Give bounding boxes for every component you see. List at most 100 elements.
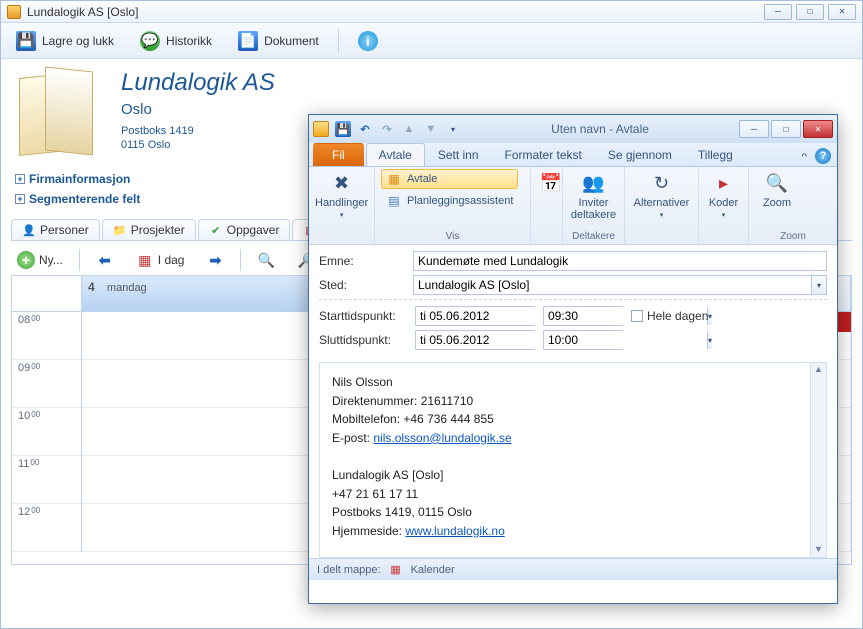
avtale-view-label: Avtale	[407, 173, 437, 185]
end-time-field[interactable]	[544, 331, 707, 349]
dialog-close-button[interactable]: ✕	[803, 120, 833, 138]
new-label: Ny...	[39, 253, 63, 267]
alternativer-label: Alternativer	[634, 197, 690, 209]
dialog-maximize-button[interactable]: ☐	[771, 120, 801, 138]
contact-direct-line: Direktenummer: 21611710	[332, 392, 814, 411]
email-link[interactable]: nils.olsson@lundalogik.se	[373, 431, 511, 445]
ribbon-group-alternativer: ↻ Alternativer ▾	[625, 167, 699, 244]
zoom-label: Zoom	[763, 197, 791, 209]
today-button[interactable]: ▦ I dag	[130, 249, 191, 271]
invite-attendees-button[interactable]: 👥 Inviter deltakere	[569, 169, 618, 221]
ribbon-tab-fil[interactable]: Fil	[313, 143, 364, 166]
arrow-left-icon: ⬅	[96, 251, 114, 269]
location-dropdown-button[interactable]: ▾	[811, 275, 827, 295]
subject-label: Emne:	[319, 254, 407, 268]
planning-assistant-button[interactable]: ▤ Planleggingsassistent	[381, 191, 518, 211]
company-address: Postboks 1419, 0115 Oslo	[332, 503, 814, 522]
zoom-button[interactable]: 🔍 Zoom	[755, 169, 799, 209]
koder-label: Koder	[709, 197, 738, 209]
section-firmainformasjon-label: Firmainformasjon	[29, 172, 130, 186]
dropdown-icon: ▾	[660, 211, 664, 219]
calendar-time-header	[12, 276, 82, 311]
scrollbar[interactable]: ▲▼	[810, 363, 826, 557]
qat-undo-button[interactable]: ↶	[357, 121, 373, 137]
recurrence-icon: ↻	[648, 171, 676, 195]
group-label: Zoom	[755, 231, 831, 244]
save-and-close-button[interactable]: 💾 Lagre og lukk	[9, 27, 121, 55]
dialog-window-buttons: — ☐ ✕	[739, 120, 833, 138]
tab-prosjekter[interactable]: 📁 Prosjekter	[102, 219, 196, 240]
magnifier-icon: 🔍	[763, 171, 791, 195]
ribbon-tab-settinn[interactable]: Sett inn	[425, 143, 492, 166]
today-label: I dag	[158, 253, 185, 267]
ribbon-tab-tillegg[interactable]: Tillegg	[685, 143, 746, 166]
qat-save-button[interactable]: 💾	[335, 121, 351, 137]
time-picker-button[interactable]: ▾	[707, 331, 712, 349]
qat-customize-button[interactable]: ▾	[445, 121, 461, 137]
alternativer-button[interactable]: ↻ Alternativer ▾	[631, 169, 692, 219]
tab-oppgaver[interactable]: ✔ Oppgaver	[198, 219, 291, 240]
prev-button[interactable]: ⬅	[90, 249, 120, 271]
company-icon	[15, 69, 105, 159]
shared-folder-value: Kalender	[411, 564, 455, 576]
separator	[240, 249, 241, 271]
ribbon-group-handlinger: ✖ Handlinger ▾	[309, 167, 375, 244]
history-button[interactable]: 💬 Historikk	[133, 27, 219, 55]
tag-icon: ▸	[710, 171, 738, 195]
ribbon-tab-segjennom[interactable]: Se gjennom	[595, 143, 685, 166]
ribbon-tab-avtale[interactable]: Avtale	[366, 143, 425, 166]
task-icon: ✔	[209, 223, 223, 237]
dialog-minimize-button[interactable]: —	[739, 120, 769, 138]
appointment-app-icon[interactable]	[313, 121, 329, 137]
company-city: Oslo	[121, 101, 275, 118]
window-title: Lundalogik AS [Oslo]	[27, 5, 138, 19]
ribbon-minimize-button[interactable]: ᴖ	[801, 151, 807, 162]
new-button[interactable]: + Ny...	[11, 249, 69, 271]
start-date-input[interactable]: ▾	[415, 306, 535, 326]
help-button[interactable]: ?	[815, 148, 831, 164]
people-icon: 👥	[580, 171, 608, 195]
subject-input[interactable]	[413, 251, 827, 271]
minimize-button[interactable]: —	[764, 4, 792, 20]
maximize-button[interactable]: ☐	[796, 4, 824, 20]
next-button[interactable]: ➡	[200, 249, 230, 271]
ribbon-group-vis: ▦ Avtale ▤ Planleggingsassistent Vis	[375, 167, 531, 244]
start-time-input[interactable]: ▾	[543, 306, 623, 326]
qat-next-item-button[interactable]: ▼	[423, 121, 439, 137]
appointment-body[interactable]: Nils Olsson Direktenummer: 21611710 Mobi…	[319, 362, 827, 558]
ribbon-tab-formater[interactable]: Formater tekst	[492, 143, 595, 166]
end-date-input[interactable]: ▾	[415, 330, 535, 350]
main-toolbar: 💾 Lagre og lukk 💬 Historikk 📄 Dokument i	[1, 23, 862, 59]
appointment-dialog: 💾 ↶ ↷ ▲ ▼ ▾ Uten navn - Avtale — ☐ ✕ Fil…	[308, 114, 838, 604]
qat-redo-button[interactable]: ↷	[379, 121, 395, 137]
zoom-in-button[interactable]: 🔍	[251, 249, 281, 271]
calendar-options-button[interactable]: 📅	[537, 169, 565, 195]
plus-icon: +	[15, 194, 25, 204]
dialog-titlebar: 💾 ↶ ↷ ▲ ▼ ▾ Uten navn - Avtale — ☐ ✕	[309, 115, 837, 143]
checkbox-icon	[631, 310, 643, 322]
contact-name: Nils Olsson	[332, 373, 814, 392]
avtale-view-button[interactable]: ▦ Avtale	[381, 169, 518, 189]
ribbon-body: ✖ Handlinger ▾ ▦ Avtale ▤	[309, 167, 837, 245]
section-segmenterende-label: Segmenterende felt	[29, 192, 140, 206]
document-label: Dokument	[264, 34, 319, 48]
tab-personer[interactable]: 👤 Personer	[11, 219, 100, 240]
all-day-checkbox[interactable]: Hele dagen	[631, 309, 708, 323]
group-label	[631, 242, 692, 244]
info-button[interactable]: i	[351, 27, 385, 55]
ribbon-tabs: Fil Avtale Sett inn Formater tekst Se gj…	[309, 143, 837, 167]
location-input[interactable]	[413, 275, 811, 295]
koder-button[interactable]: ▸ Koder ▾	[705, 169, 742, 219]
qat-prev-item-button[interactable]: ▲	[401, 121, 417, 137]
separator	[79, 249, 80, 271]
history-icon: 💬	[140, 31, 160, 51]
close-button[interactable]: ✕	[828, 4, 856, 20]
handlinger-button[interactable]: ✖ Handlinger ▾	[315, 169, 368, 219]
homepage-link[interactable]: www.lundalogik.no	[405, 524, 504, 538]
planning-assistant-label: Planleggingsassistent	[407, 195, 513, 207]
ribbon-group-zoom: 🔍 Zoom Zoom	[749, 167, 837, 244]
hour-label: 1100	[12, 456, 81, 504]
main-window: Lundalogik AS [Oslo] — ☐ ✕ 💾 Lagre og lu…	[0, 0, 863, 629]
document-button[interactable]: 📄 Dokument	[231, 27, 326, 55]
end-time-input[interactable]: ▾	[543, 330, 623, 350]
